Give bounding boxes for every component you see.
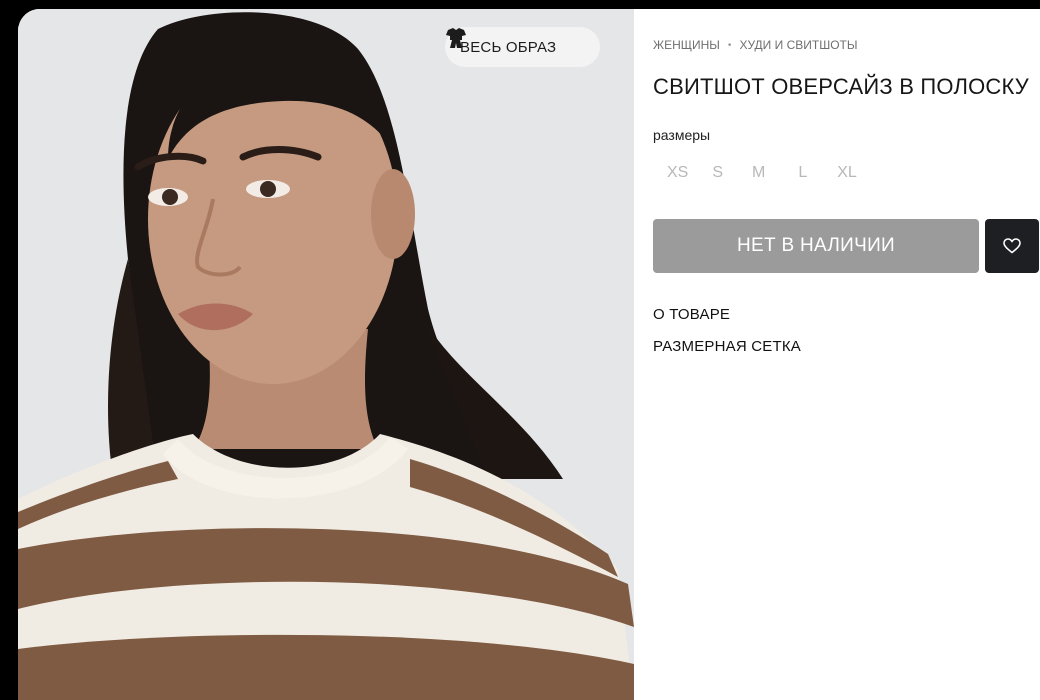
outfit-icon	[446, 28, 586, 58]
size-option-xl[interactable]: XL	[837, 164, 857, 182]
full-look-button[interactable]: ВЕСЬ ОБРАЗ	[445, 27, 601, 67]
sizes-label: размеры	[653, 127, 711, 143]
out-of-stock-button[interactable]: НЕТ В НАЛИЧИИ	[653, 219, 979, 273]
product-card: ВЕСЬ ОБРАЗ ЖЕНЩИНЫ • ХУДИ И СВИТШОТЫ СВИ…	[18, 9, 1040, 700]
info-links: О ТОВАРЕ РАЗМЕРНАЯ СЕТКА	[653, 305, 801, 369]
size-option-xs[interactable]: XS	[667, 164, 688, 182]
size-option-m[interactable]: M	[752, 164, 765, 182]
product-details: ЖЕНЩИНЫ • ХУДИ И СВИТШОТЫ СВИТШОТ ОВЕРСА…	[653, 9, 1040, 700]
model-illustration	[18, 9, 634, 700]
favorite-button[interactable]	[985, 219, 1039, 273]
product-photo[interactable]: ВЕСЬ ОБРАЗ	[18, 9, 634, 700]
breadcrumb: ЖЕНЩИНЫ • ХУДИ И СВИТШОТЫ	[653, 38, 857, 52]
size-chart-link[interactable]: РАЗМЕРНАЯ СЕТКА	[653, 337, 801, 369]
breadcrumb-separator: •	[727, 39, 732, 51]
size-option-s[interactable]: S	[712, 164, 723, 182]
product-title: СВИТШОТ ОВЕРСАЙЗ В ПОЛОСКУ	[653, 74, 1029, 99]
breadcrumb-women[interactable]: ЖЕНЩИНЫ	[653, 38, 720, 52]
about-product-link[interactable]: О ТОВАРЕ	[653, 305, 801, 337]
size-selector: XS S M L XL	[667, 164, 857, 182]
breadcrumb-hoodies[interactable]: ХУДИ И СВИТШОТЫ	[739, 38, 857, 52]
heart-icon	[1003, 238, 1021, 254]
size-option-l[interactable]: L	[798, 164, 807, 182]
full-look-label: ВЕСЬ ОБРАЗ	[460, 38, 557, 56]
